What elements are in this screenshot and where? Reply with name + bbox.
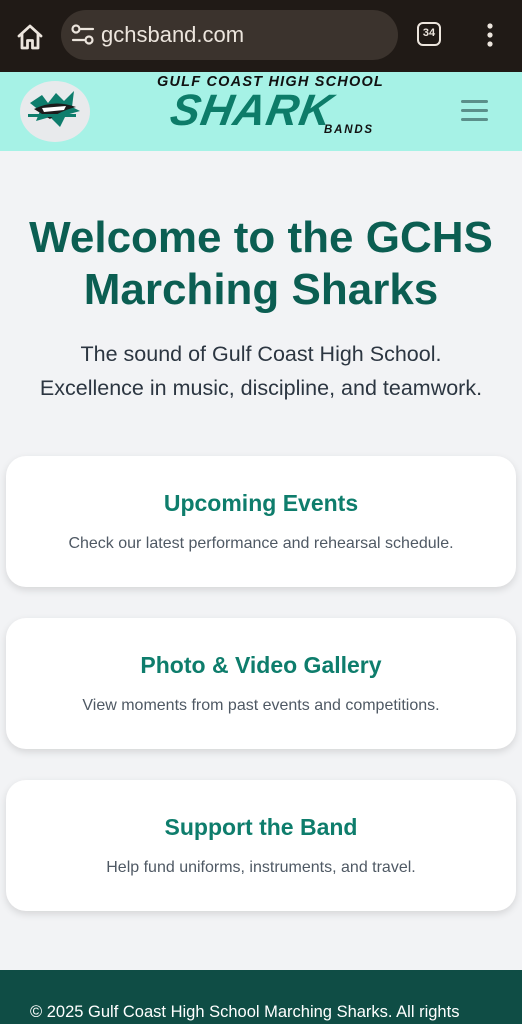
card-description: View moments from past events and compet…: [82, 697, 440, 714]
page-title-line-2: Marching Sharks: [83, 265, 439, 314]
browser-toolbar: gchsband.com 34: [0, 0, 522, 72]
card-title: Support the Band: [164, 814, 358, 840]
home-icon[interactable]: [14, 21, 46, 53]
page-subtitle-line-2: Excellence in music, discipline, and tea…: [39, 376, 483, 400]
card-support-the-band[interactable]: Support the Band Help fund uniforms, ins…: [6, 780, 516, 911]
more-vert-icon[interactable]: [480, 22, 500, 48]
brand-subtitle: BANDS: [324, 124, 374, 136]
page-title-line-1: Welcome to the GCHS: [29, 213, 493, 262]
hamburger-icon[interactable]: [461, 100, 488, 122]
tabs-icon[interactable]: 34: [417, 22, 441, 46]
page-subtitle-line-1: The sound of Gulf Coast High School.: [80, 342, 442, 366]
card-photo-video-gallery[interactable]: Photo & Video Gallery View moments from …: [6, 618, 516, 749]
site-footer: © 2025 Gulf Coast High School Marching S…: [0, 970, 522, 1024]
page-title: Welcome to the GCHS Marching Sharks: [0, 212, 522, 316]
card-upcoming-events[interactable]: Upcoming Events Check our latest perform…: [6, 456, 516, 587]
card-title: Upcoming Events: [163, 490, 359, 516]
url-text[interactable]: gchsband.com: [101, 22, 244, 48]
footer-copyright: © 2025 Gulf Coast High School Marching S…: [30, 1003, 460, 1021]
brand-wordmark[interactable]: GULF COAST HIGH SCHOOL SHARK BANDS: [150, 74, 385, 149]
site-settings-icon[interactable]: [70, 23, 96, 47]
card-description: Check our latest performance and rehears…: [68, 535, 454, 552]
shark-logo[interactable]: [20, 81, 90, 142]
card-description: Help fund uniforms, instruments, and tra…: [106, 859, 416, 876]
card-title: Photo & Video Gallery: [140, 652, 382, 678]
brand-name: SHARK: [166, 86, 337, 135]
site-header: GULF COAST HIGH SCHOOL SHARK BANDS: [0, 72, 522, 151]
page-subtitle: The sound of Gulf Coast High School. Exc…: [0, 337, 522, 405]
